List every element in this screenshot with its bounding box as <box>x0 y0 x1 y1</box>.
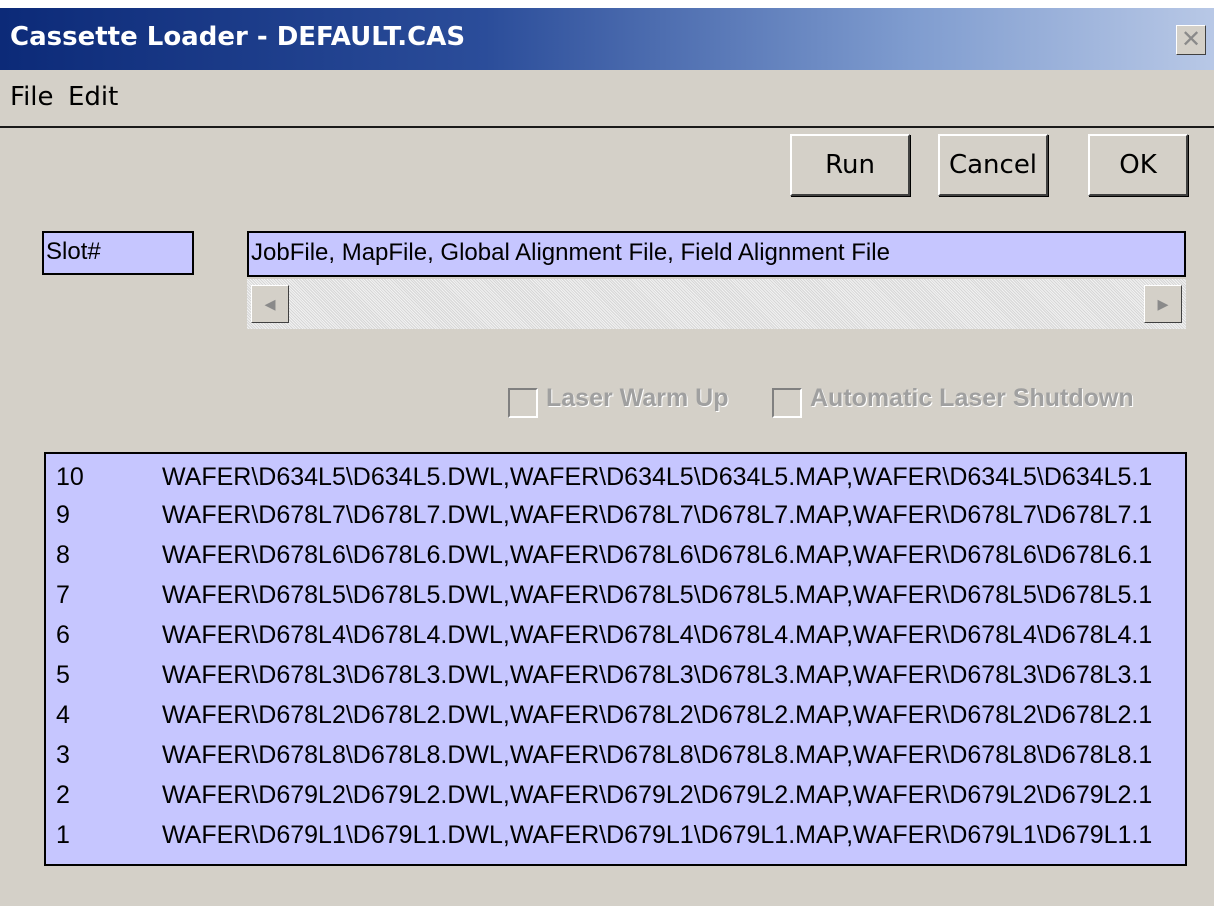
close-icon: ✕ <box>1180 25 1202 53</box>
slot-number: 6 <box>56 621 70 649</box>
close-button[interactable]: ✕ <box>1176 25 1206 55</box>
slot-number: 10 <box>56 463 84 491</box>
cassette-slot-list[interactable]: 10 WAFER\D634L5\D634L5.DWL,WAFER\D634L5\… <box>44 452 1187 866</box>
menu-file[interactable]: File <box>10 82 54 112</box>
list-item[interactable]: 8 WAFER\D678L6\D678L6.DWL,WAFER\D678L6\D… <box>46 536 1185 574</box>
slot-files: WAFER\D679L1\D679L1.DWL,WAFER\D679L1\D67… <box>162 821 1153 849</box>
window-title: Cassette Loader - DEFAULT.CAS <box>10 22 466 52</box>
slot-files: WAFER\D678L8\D678L8.DWL,WAFER\D678L8\D67… <box>162 741 1153 769</box>
list-item[interactable]: 5 WAFER\D678L3\D678L3.DWL,WAFER\D678L3\D… <box>46 656 1185 694</box>
slot-number: 4 <box>56 701 70 729</box>
scroll-right-button[interactable]: ▸ <box>1144 285 1182 323</box>
slot-number: 3 <box>56 741 70 769</box>
horizontal-scrollbar[interactable]: ◂ ▸ <box>247 279 1186 329</box>
list-item[interactable]: 6 WAFER\D678L4\D678L4.DWL,WAFER\D678L4\D… <box>46 616 1185 654</box>
slot-header: Slot# <box>42 231 194 275</box>
slot-files: WAFER\D634L5\D634L5.DWL,WAFER\D634L5\D63… <box>162 463 1153 491</box>
slot-number: 5 <box>56 661 70 689</box>
menu-edit[interactable]: Edit <box>68 82 118 112</box>
slot-files: WAFER\D679L2\D679L2.DWL,WAFER\D679L2\D67… <box>162 781 1153 809</box>
list-item[interactable]: 4 WAFER\D678L2\D678L2.DWL,WAFER\D678L2\D… <box>46 696 1185 734</box>
slot-number: 8 <box>56 541 70 569</box>
auto-shutdown-label: Automatic Laser Shutdown <box>810 384 1134 412</box>
slot-files: WAFER\D678L4\D678L4.DWL,WAFER\D678L4\D67… <box>162 621 1153 649</box>
menu-bar: File Edit <box>0 70 1214 128</box>
title-bar[interactable]: Cassette Loader - DEFAULT.CAS ✕ <box>0 8 1214 70</box>
slot-files: WAFER\D678L3\D678L3.DWL,WAFER\D678L3\D67… <box>162 661 1153 689</box>
list-item[interactable]: 7 WAFER\D678L5\D678L5.DWL,WAFER\D678L5\D… <box>46 576 1185 614</box>
laser-warm-up-label: Laser Warm Up <box>546 384 729 412</box>
cassette-loader-window: Cassette Loader - DEFAULT.CAS ✕ File Edi… <box>0 8 1214 906</box>
chevron-right-icon: ▸ <box>1157 291 1169 316</box>
laser-warm-up-checkbox[interactable] <box>508 388 538 418</box>
list-item[interactable]: 3 WAFER\D678L8\D678L8.DWL,WAFER\D678L8\D… <box>46 736 1185 774</box>
slot-number: 9 <box>56 501 70 529</box>
auto-shutdown-checkbox[interactable] <box>772 388 802 418</box>
slot-files: WAFER\D678L2\D678L2.DWL,WAFER\D678L2\D67… <box>162 701 1153 729</box>
scroll-left-button[interactable]: ◂ <box>251 285 289 323</box>
slot-files: WAFER\D678L7\D678L7.DWL,WAFER\D678L7\D67… <box>162 501 1153 529</box>
list-item[interactable]: 2 WAFER\D679L2\D679L2.DWL,WAFER\D679L2\D… <box>46 776 1185 814</box>
list-item[interactable]: 1 WAFER\D679L1\D679L1.DWL,WAFER\D679L1\D… <box>46 816 1185 854</box>
slot-number: 2 <box>56 781 70 809</box>
slot-number: 1 <box>56 821 70 849</box>
slot-number: 7 <box>56 581 70 609</box>
files-header: JobFile, MapFile, Global Alignment File,… <box>247 231 1186 277</box>
ok-button[interactable]: OK <box>1088 134 1188 196</box>
cancel-button[interactable]: Cancel <box>938 134 1048 196</box>
chevron-left-icon: ◂ <box>264 291 276 316</box>
run-button[interactable]: Run <box>790 134 910 196</box>
list-item[interactable]: 10 WAFER\D634L5\D634L5.DWL,WAFER\D634L5\… <box>46 458 1185 496</box>
slot-files: WAFER\D678L5\D678L5.DWL,WAFER\D678L5\D67… <box>162 581 1153 609</box>
list-item[interactable]: 9 WAFER\D678L7\D678L7.DWL,WAFER\D678L7\D… <box>46 496 1185 534</box>
slot-files: WAFER\D678L6\D678L6.DWL,WAFER\D678L6\D67… <box>162 541 1153 569</box>
